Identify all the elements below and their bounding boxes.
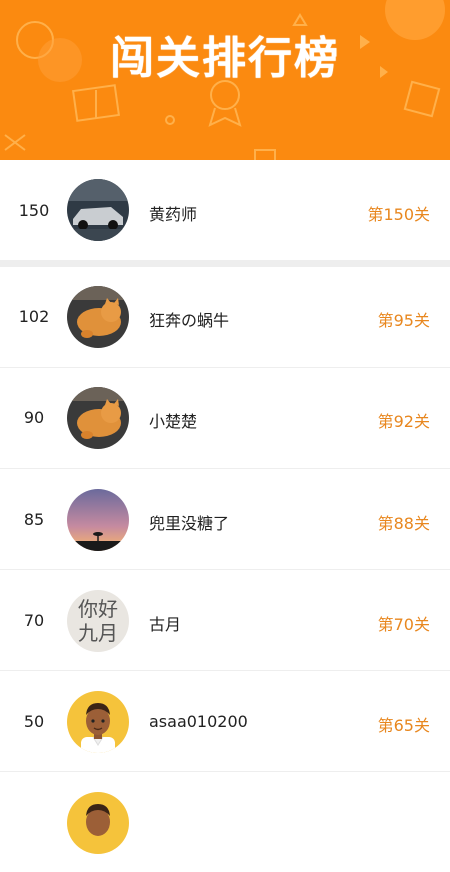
avatar-calligraphy-text: 你好九月 bbox=[78, 597, 118, 645]
header-banner: 闯关排行榜 bbox=[0, 0, 450, 160]
cartoon-man-avatar[interactable] bbox=[67, 691, 129, 753]
leaderboard-row[interactable]: 102 狂奔の蜗牛 第95关 bbox=[0, 267, 450, 368]
leaderboard-row[interactable]: 50 asaa010200 第65关 bbox=[0, 671, 450, 772]
rank-number: 85 bbox=[23, 510, 45, 529]
level-reached: 第95关 bbox=[377, 311, 430, 330]
cat-photo-avatar[interactable] bbox=[67, 387, 129, 449]
player-name: 狂奔の蜗牛 bbox=[149, 311, 230, 330]
car-photo-avatar[interactable] bbox=[67, 179, 129, 241]
section-divider bbox=[0, 260, 450, 267]
rank-number: 70 bbox=[23, 611, 45, 630]
rank-number: 90 bbox=[23, 408, 45, 427]
calligraphy-avatar[interactable]: 你好九月 bbox=[67, 590, 129, 652]
page-title: 闯关排行榜 bbox=[110, 33, 340, 84]
level-reached: 第70关 bbox=[377, 615, 430, 634]
rank-number: 150 bbox=[18, 201, 50, 220]
my-rank-row[interactable]: 150 黄药师 第150关 bbox=[0, 160, 450, 260]
leaderboard-row[interactable] bbox=[0, 772, 450, 872]
leaderboard-row[interactable]: 90 小楚楚 第92关 bbox=[0, 368, 450, 469]
rank-number: 50 bbox=[23, 712, 45, 731]
leaderboard-row[interactable]: 85 兜里没糖了 第88关 bbox=[0, 469, 450, 570]
level-reached: 第88关 bbox=[377, 514, 430, 533]
player-name: 小楚楚 bbox=[149, 412, 198, 431]
cat-photo-avatar[interactable] bbox=[67, 286, 129, 348]
level-reached: 第65关 bbox=[377, 716, 430, 735]
cartoon-avatar[interactable] bbox=[67, 792, 129, 854]
player-name: 古月 bbox=[149, 615, 182, 634]
leaderboard-row[interactable]: 70 你好九月 古月 第70关 bbox=[0, 570, 450, 671]
level-reached: 第92关 bbox=[377, 412, 430, 431]
player-name: 兜里没糖了 bbox=[149, 514, 230, 533]
rank-number: 102 bbox=[18, 307, 50, 326]
player-name: asaa010200 bbox=[149, 712, 248, 731]
player-name: 黄药师 bbox=[149, 205, 198, 224]
sunset-photo-avatar[interactable] bbox=[67, 489, 129, 551]
level-reached: 第150关 bbox=[367, 205, 430, 224]
